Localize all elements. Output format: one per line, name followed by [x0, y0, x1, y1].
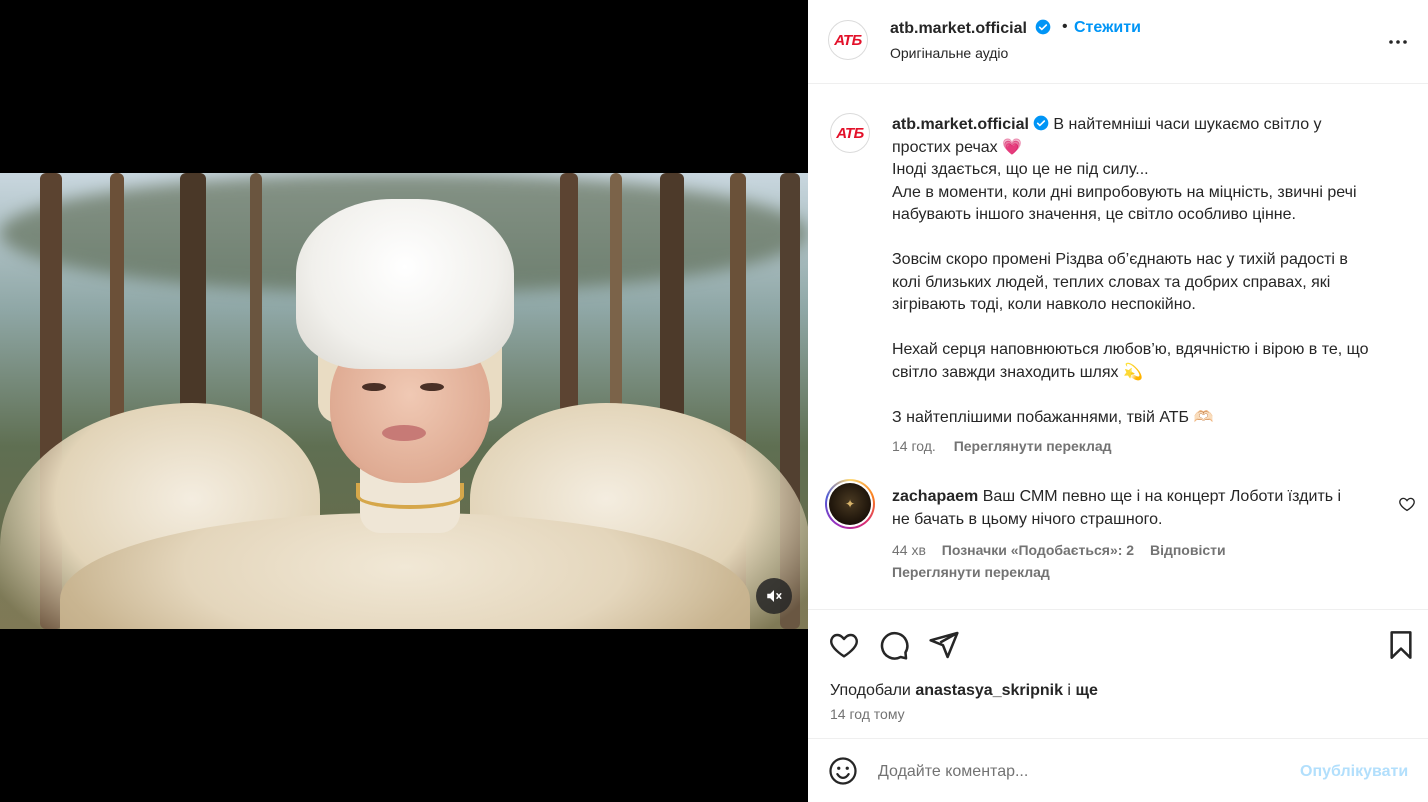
- post-time[interactable]: 14 год тому: [830, 706, 905, 722]
- caption-text: В найтемніші часи шукаємо світло у: [1053, 116, 1322, 133]
- comment-translate-link[interactable]: Переглянути переклад: [892, 564, 1050, 580]
- post-panel: АТБ atb.market.official • Стежити Оригін…: [808, 0, 1428, 802]
- caption-line: світло завжди знаходить шлях 💫: [892, 363, 1143, 381]
- caption-line: набувають іншого значення, це світло осо…: [892, 206, 1296, 223]
- caption-line: колі близьких людей, теплих словах та до…: [892, 273, 1331, 291]
- post-actions: Уподобали anastasya_skripnik і ще 14 год…: [808, 609, 1428, 739]
- avatar-logo-text: АТБ: [834, 31, 862, 49]
- liked-by-user[interactable]: anastasya_skripnik: [915, 682, 1063, 699]
- video-player[interactable]: [0, 173, 808, 629]
- more-icon: [1389, 40, 1407, 44]
- caption-line: Але в моменти, коли дні випробовують на …: [892, 183, 1357, 201]
- comment-text: не бачать в цьому нічого страшного.: [892, 510, 1163, 528]
- necklace: [356, 483, 464, 509]
- separator-dot: •: [1062, 18, 1068, 35]
- comment-likes-count[interactable]: Позначки «Подобається»: 2: [942, 542, 1134, 558]
- eye: [362, 383, 386, 391]
- comment-meta: 44 хв Позначки «Подобається»: 2 Відповіс…: [892, 542, 1238, 558]
- post-header: АТБ atb.market.official • Стежити Оригін…: [808, 0, 1428, 84]
- account-name-row: atb.market.official: [890, 19, 1051, 38]
- caption-line: Зовсім скоро промені Різдва об’єднають н…: [892, 251, 1348, 268]
- mute-icon: [767, 590, 782, 602]
- caption-translate-link[interactable]: Переглянути переклад: [954, 438, 1112, 454]
- liked-by-prefix: Уподобали: [830, 682, 911, 699]
- caption-line: Іноді здається, що це не під силу...: [892, 161, 1149, 178]
- comment-avatar-glyph: ✦: [844, 497, 856, 511]
- caption-meta: 14 год. Переглянути переклад: [892, 438, 1126, 454]
- liked-by-text: Уподобали anastasya_skripnik і ще: [830, 682, 1098, 700]
- caption-line: зігрівають тоді, коли навколо неспокійно…: [892, 296, 1196, 313]
- liked-by-more[interactable]: ще: [1075, 682, 1097, 699]
- comment-reply-button[interactable]: Відповісти: [1150, 542, 1226, 558]
- caption-username[interactable]: atb.market.official: [892, 116, 1029, 133]
- caption-line: [892, 384, 1402, 407]
- add-comment-bar: Опублікувати: [808, 740, 1428, 802]
- verified-icon: [1036, 19, 1051, 35]
- audio-label[interactable]: Оригінальне аудіо: [890, 45, 1008, 61]
- comment-icon[interactable]: [878, 629, 910, 661]
- comment-avatar-story-ring[interactable]: ✦: [825, 479, 875, 529]
- eye: [420, 383, 444, 391]
- publish-button[interactable]: Опублікувати: [1300, 763, 1408, 781]
- bookmark-icon[interactable]: [1385, 629, 1417, 661]
- caption-line: [892, 317, 1402, 340]
- caption-avatar[interactable]: АТБ: [830, 113, 870, 153]
- emoji-icon[interactable]: [828, 756, 858, 786]
- caption-line: З найтеплішими побажаннями, твій АТБ 🫶🏻: [892, 408, 1214, 426]
- verified-icon: [1033, 115, 1049, 131]
- lips: [382, 425, 426, 441]
- follow-button[interactable]: Стежити: [1074, 19, 1141, 37]
- comment-time[interactable]: 44 хв: [892, 542, 926, 558]
- avatar[interactable]: АТБ: [828, 20, 868, 60]
- caption-line: Нехай серця наповнюються любов’ю, вдячні…: [892, 341, 1369, 358]
- comment-avatar-frame: ✦: [827, 481, 873, 527]
- small-heart-icon[interactable]: [1398, 495, 1416, 513]
- caption-time[interactable]: 14 год.: [892, 438, 936, 454]
- comment-text: Ваш СММ певно ще і на концерт Лоботи їзд…: [982, 488, 1342, 505]
- fur-hat: [296, 199, 514, 369]
- comment-input[interactable]: [878, 760, 1288, 784]
- comment-avatar: ✦: [829, 483, 871, 525]
- account-name[interactable]: atb.market.official: [890, 20, 1027, 37]
- liked-by-suffix: і: [1067, 682, 1071, 699]
- caption-line: atb.market.official В найтемніші часи шу…: [892, 114, 1402, 137]
- comments-section: АТБ atb.market.official В найтемніші час…: [808, 85, 1428, 609]
- share-icon[interactable]: [928, 629, 960, 661]
- more-options-button[interactable]: [1384, 28, 1412, 56]
- heart-icon[interactable]: [828, 629, 860, 661]
- comment-item: zachapaem Ваш СММ певно ще і на концерт …: [892, 486, 1392, 531]
- media-area: [0, 0, 808, 802]
- mute-button[interactable]: [756, 578, 792, 614]
- avatar-logo-text: АТБ: [836, 124, 864, 142]
- post-caption: atb.market.official В найтемніші часи шу…: [892, 114, 1402, 429]
- caption-line: простих речах 💗: [892, 138, 1023, 156]
- comment-username[interactable]: zachapaem: [892, 488, 978, 505]
- caption-line: [892, 227, 1402, 250]
